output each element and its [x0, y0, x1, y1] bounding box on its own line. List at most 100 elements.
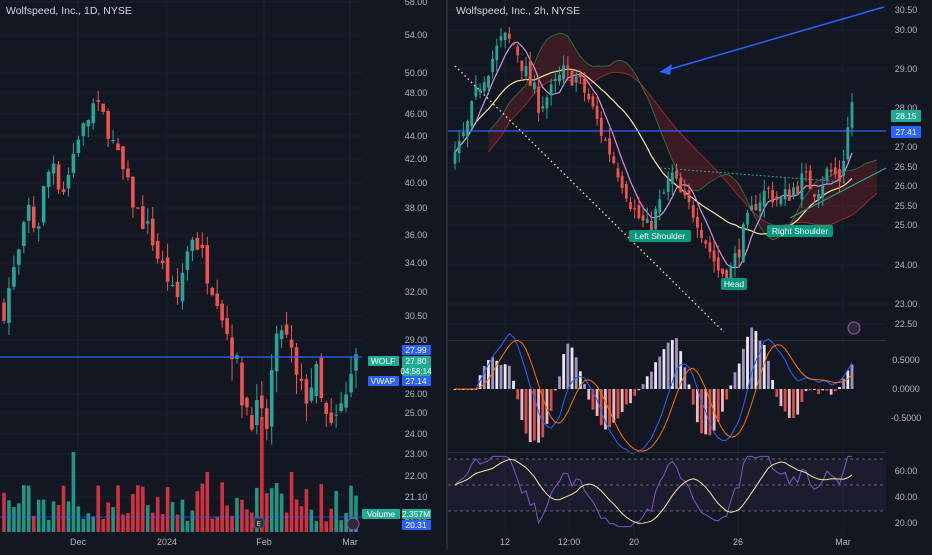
candle-body: [533, 82, 536, 90]
candle-body: [200, 244, 205, 249]
candle-body: [591, 96, 595, 107]
candle-body: [583, 78, 586, 93]
candle-body: [155, 241, 160, 259]
left-y-tick: 25.00: [405, 408, 428, 418]
volume-bar: [240, 499, 244, 532]
left-x-tick: Dec: [70, 537, 87, 547]
right-y-tick: 25.50: [895, 201, 918, 211]
candle-body: [289, 339, 294, 348]
volume-bar: [220, 482, 224, 532]
lightning-alert-icon[interactable]: [346, 517, 360, 531]
macd-histogram-bar: [553, 389, 557, 391]
left-y-tick: 26.00: [405, 389, 428, 399]
candle-body: [210, 287, 215, 295]
rsi-axis: 60.00 40.00 20.00: [895, 466, 918, 528]
candle-body: [754, 203, 758, 211]
macd-histogram-bar: [516, 389, 520, 400]
macd-histogram-bar: [812, 389, 816, 390]
vwap-tag: VWAP: [371, 376, 396, 386]
macd-histogram-bar: [750, 327, 754, 389]
left-y-tick: 22.00: [405, 471, 428, 481]
last-price-label: 28.15: [895, 111, 917, 121]
candle-body: [545, 97, 549, 109]
macd-histogram-bar: [716, 389, 720, 422]
right-y-tick: 26.00: [895, 181, 918, 191]
candle-body: [812, 194, 816, 197]
candle-body: [704, 240, 708, 244]
candle-body: [825, 168, 829, 181]
candle-body: [762, 190, 766, 207]
volume-bar: [126, 513, 130, 532]
volume-bar: [41, 499, 46, 532]
svg-text:E: E: [257, 521, 262, 528]
macd-histogram-bar: [708, 389, 712, 436]
candle-body: [215, 293, 219, 306]
wolf-countdown: 04:58:14: [400, 367, 432, 376]
candle-body: [466, 120, 469, 137]
volume-tag: Volume: [367, 509, 396, 519]
candle-body: [829, 169, 833, 172]
volume-bar: [230, 515, 234, 532]
macd-histogram-bar: [800, 389, 804, 402]
right-x-tick: Mar: [835, 537, 851, 547]
candle-body: [145, 221, 150, 224]
macd-histogram-bar: [821, 389, 825, 391]
macd-histogram-bar: [499, 365, 503, 389]
candle-body: [12, 267, 16, 287]
macd-histogram-bar: [675, 338, 678, 389]
macd-histogram-bar: [767, 360, 770, 389]
macd-histogram-bar: [507, 365, 511, 389]
macd-histogram-bar: [850, 364, 854, 389]
candle-body: [284, 324, 289, 335]
candle-body: [220, 303, 224, 321]
candle-body: [126, 168, 130, 178]
right-y-tick: 22.50: [895, 319, 918, 329]
left-y-tick: 24.00: [405, 429, 428, 439]
candle-body: [61, 189, 66, 193]
macd-histogram-bar: [741, 348, 745, 389]
right-y-tick: 26.50: [895, 162, 918, 172]
candle-body: [116, 143, 120, 151]
candle-body: [658, 199, 662, 213]
candle-body: [56, 164, 61, 190]
volume-bar: [116, 485, 120, 532]
level-label: 27.99: [405, 345, 427, 355]
candle-body: [562, 65, 566, 79]
volume-bar: [131, 493, 135, 532]
candle-body: [616, 168, 620, 178]
macd-histogram-bar: [633, 389, 637, 396]
candle-body: [620, 175, 624, 189]
volume-bar: [46, 519, 51, 532]
right-x-tick: 26: [733, 537, 743, 547]
macd-histogram-bar: [587, 389, 591, 400]
left-y-tick: 23.00: [405, 449, 428, 459]
macd-histogram-bar: [829, 389, 833, 395]
volume-bar: [165, 487, 170, 532]
candle-body: [804, 171, 808, 173]
wolf-price: 27.80: [405, 356, 427, 366]
right-y-tick: 23.00: [895, 299, 918, 309]
candle-body: [750, 205, 754, 211]
level-price-label: 27.41: [895, 127, 917, 137]
candle-body: [499, 36, 503, 41]
volume-bar: [76, 506, 81, 532]
candle-body: [792, 187, 795, 197]
volume-bar: [274, 482, 279, 532]
left-y-tick: 40.00: [405, 178, 428, 188]
right-lightning-icon[interactable]: [847, 321, 861, 335]
left-y-tick: 42.00: [405, 154, 428, 164]
candle-body: [86, 120, 91, 127]
macd-histogram-bar: [737, 363, 741, 389]
candle-body: [846, 127, 850, 160]
macd-histogram-bar: [733, 372, 737, 389]
macd-histogram-bar: [746, 336, 749, 389]
macd-histogram-bar: [503, 364, 507, 389]
candle-body: [746, 212, 749, 225]
candle-body: [612, 156, 616, 164]
candle-body: [461, 132, 465, 137]
chart-canvas[interactable]: 58.00 54.00 50.00 48.00 46.00 44.00 42.00 40.00…: [0, 0, 932, 550]
candle-body: [274, 333, 279, 372]
candle-body: [516, 46, 520, 56]
candle-body: [604, 139, 607, 141]
volume-bar: [235, 497, 239, 532]
